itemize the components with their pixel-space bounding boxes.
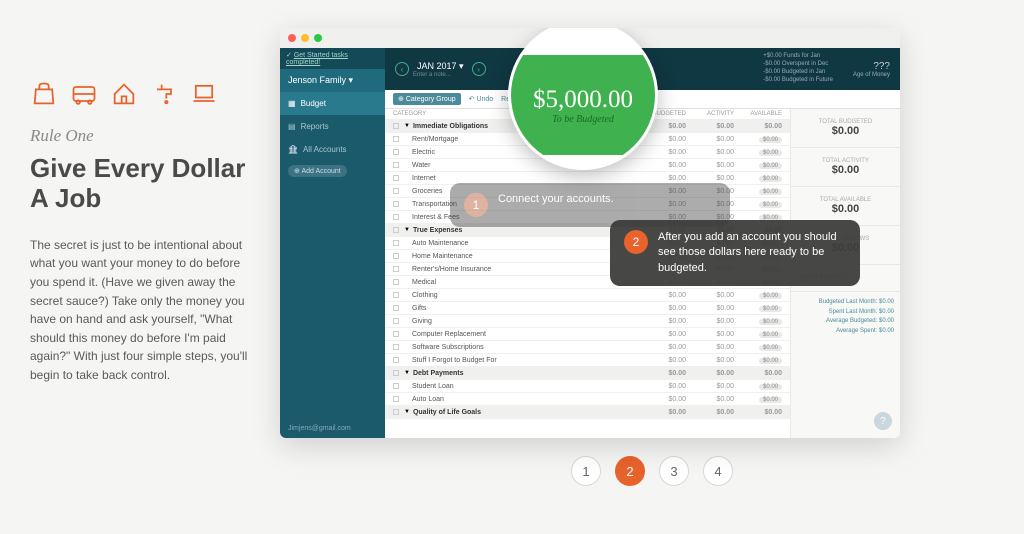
category-row[interactable]: Giving$0.00$0.00$0.00 [385,315,790,328]
prev-month-button[interactable]: ‹ [395,62,409,76]
next-month-button[interactable]: › [472,62,486,76]
rule-title: Give Every Dollar A Job [30,154,260,214]
rule-label: Rule One [30,126,260,146]
category-row[interactable]: Gifts$0.00$0.00$0.00 [385,302,790,315]
app-sidebar: ✓ Get Started tasks completed! Jenson Fa… [280,48,385,438]
category-row[interactable]: Stuff I Forgot to Budget For$0.00$0.00$0… [385,354,790,367]
step-number-2: 2 [624,230,648,254]
grocery-icon [30,80,58,108]
category-row[interactable]: Clothing$0.00$0.00$0.00 [385,289,790,302]
category-row[interactable]: Auto Loan$0.00$0.00$0.00 [385,393,790,406]
page-button-2[interactable]: 2 [615,456,645,486]
getting-started-banner[interactable]: ✓ Get Started tasks completed! [280,48,385,69]
quick-budget-link[interactable]: Average Spent: $0.00 [797,327,894,337]
slideshow-pagination: 1234 [280,456,1024,486]
header-stats: +$0.00 Funds for Jan -$0.00 Overspent in… [763,53,833,84]
rule-description: The secret is just to be intentional abo… [30,236,260,385]
category-row[interactable]: Software Subscriptions$0.00$0.00$0.00 [385,341,790,354]
month-label[interactable]: JAN 2017 ▾ [417,61,464,72]
close-dot[interactable] [288,34,296,42]
quick-budget-link[interactable]: Budgeted Last Month: $0.00 [797,298,894,308]
sidebar-item-budget[interactable]: ▦Budget [280,92,385,115]
help-button[interactable]: ? [874,412,892,430]
month-note-input[interactable]: Enter a note... [413,72,468,78]
quick-budget-link[interactable]: Spent Last Month: $0.00 [797,308,894,318]
bus-icon [70,80,98,108]
user-email[interactable]: Jimjens@gmail.com [280,419,385,438]
page-button-1[interactable]: 1 [571,456,601,486]
laptop-icon [190,80,218,108]
rule-icons-row [30,80,260,108]
budget-name-dropdown[interactable]: Jenson Family ▾ [280,69,385,92]
to-be-budgeted-amount: $5,000.00 [533,86,633,114]
house-icon [110,80,138,108]
quick-budget-link[interactable]: Average Budgeted: $0.00 [797,317,894,327]
minimize-dot[interactable] [301,34,309,42]
step-number-1: 1 [464,193,488,217]
add-account-button[interactable]: ⊕ Add Account [288,165,347,177]
page-button-3[interactable]: 3 [659,456,689,486]
to-be-budgeted-label: To be Budgeted [552,114,614,125]
undo-button[interactable]: ↶ Undo [469,95,494,103]
category-row[interactable]: Student Loan$0.00$0.00$0.00 [385,380,790,393]
reports-icon: ▤ [288,122,296,131]
budget-icon: ▦ [288,99,296,108]
age-of-money: ??? Age of Money [853,61,890,78]
maximize-dot[interactable] [314,34,322,42]
add-category-group-button[interactable]: ⊕ Category Group [393,93,461,105]
faucet-icon [150,80,178,108]
onboarding-step-2: 2 After you add an account you should se… [610,220,860,286]
category-row[interactable]: Computer Replacement$0.00$0.00$0.00 [385,328,790,341]
page-button-4[interactable]: 4 [703,456,733,486]
sidebar-item-reports[interactable]: ▤Reports [280,115,385,138]
accounts-icon: 🏦 [288,145,298,154]
app-window: ✓ Get Started tasks completed! Jenson Fa… [280,28,900,438]
sidebar-item-accounts[interactable]: 🏦All Accounts [280,138,385,161]
category-group-row[interactable]: ▼Debt Payments$0.00$0.00$0.00 [385,367,790,380]
category-group-row[interactable]: ▼Quality of Life Goals$0.00$0.00$0.00 [385,406,790,419]
